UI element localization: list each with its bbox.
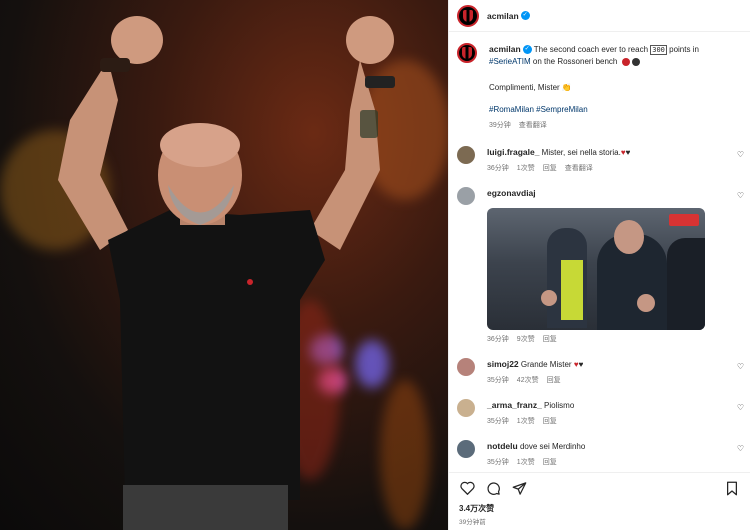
caption-text: Complimenti, Mister: [489, 83, 560, 92]
comment-text: Mister, sei nella storia.: [541, 148, 621, 157]
gif-fist: [637, 294, 655, 312]
gif-vest: [561, 260, 583, 320]
clap-icon: 👏: [561, 83, 572, 92]
comment-username[interactable]: luigi.fragale_: [487, 147, 539, 157]
red-circle-icon: [621, 57, 630, 66]
caption-text: points in: [666, 45, 699, 54]
comment-time: 35分钟: [487, 418, 509, 425]
comment-username[interactable]: simoj22: [487, 359, 519, 369]
like-heart-icon[interactable]: [459, 480, 475, 496]
like-comment-icon[interactable]: ♡: [737, 191, 744, 200]
caption-number: 300: [650, 45, 667, 55]
avatar[interactable]: [457, 399, 475, 417]
coach-figure: [58, 16, 395, 530]
verified-icon: ✓: [520, 11, 530, 20]
comment-item: luigi.fragale_ Mister, sei nella storia.…: [449, 146, 750, 173]
comment-likes[interactable]: 42次赞: [517, 375, 539, 385]
comment-username[interactable]: notdelu: [487, 441, 518, 451]
comment-text: Grande Mister: [520, 360, 572, 369]
comment-item: _arma_franz_ Piolismo 35分钟 1次赞 回复 ♡: [449, 399, 750, 426]
comments-scroll-area[interactable]: acmilan ✓ The second coach ever to reach …: [449, 33, 750, 472]
like-comment-icon[interactable]: ♡: [737, 444, 744, 453]
caption-text: on the Rossoneri bench: [530, 57, 618, 66]
comment-time: 36分钟: [487, 336, 509, 343]
comment-likes[interactable]: 9次赞: [517, 334, 535, 344]
reply-link[interactable]: 回复: [543, 457, 557, 467]
translate-link[interactable]: 查看翻译: [565, 163, 593, 173]
comment-gif[interactable]: [487, 208, 705, 330]
caption-time: 39分钟: [489, 122, 511, 129]
comment-item: notdelu dove sei Merdinho 35分钟 1次赞 回复 ♡: [449, 440, 750, 467]
comment-username[interactable]: _arma_franz_: [487, 400, 542, 410]
translate-link[interactable]: 查看翻译: [519, 120, 547, 130]
comment-likes[interactable]: 1次赞: [517, 457, 535, 467]
bookmark-icon[interactable]: [724, 480, 740, 496]
share-send-icon[interactable]: [511, 480, 527, 496]
comment-text: Piolismo: [544, 401, 575, 410]
header-username[interactable]: acmilan: [487, 11, 519, 21]
black-heart-icon: ♥: [578, 360, 584, 369]
verified-icon: ✓: [522, 45, 532, 55]
post-actions: 3.4万次赞 39分钟前: [449, 472, 750, 530]
broadcaster-logo: [669, 214, 699, 226]
comment-time: 35分钟: [487, 377, 509, 384]
reply-link[interactable]: 回复: [547, 375, 561, 385]
comment-time: 35分钟: [487, 459, 509, 466]
black-circle-icon: [631, 57, 640, 66]
like-comment-icon[interactable]: ♡: [737, 403, 744, 412]
hashtag-link[interactable]: #SerieATIM: [489, 57, 531, 66]
gif-person: [667, 238, 705, 330]
avatar[interactable]: [457, 4, 479, 27]
avatar[interactable]: [457, 43, 477, 63]
reply-link[interactable]: 回复: [543, 334, 557, 344]
comment-item: egzonavdiaj 36分钟 9次赞 回复 ♡: [449, 187, 750, 344]
comment-bubble-icon[interactable]: [485, 480, 501, 496]
comment-item: simoj22 Grande Mister ♥♥ 35分钟 42次赞 回复 ♡: [449, 358, 750, 385]
post-header: acmilan ✓: [449, 0, 750, 32]
comment-username[interactable]: egzonavdiaj: [487, 188, 536, 198]
post-photo[interactable]: [0, 0, 448, 530]
gif-coach-head: [614, 220, 644, 254]
caption-text: The second coach ever to reach: [533, 45, 651, 54]
black-heart-icon: ♥: [625, 148, 631, 157]
post-side-panel: acmilan ✓ acmilan ✓ The second coach ever…: [448, 0, 750, 530]
avatar[interactable]: [457, 187, 475, 205]
avatar[interactable]: [457, 358, 475, 376]
likes-count[interactable]: 3.4万次赞: [459, 503, 740, 514]
comment-likes[interactable]: 1次赞: [517, 163, 535, 173]
hashtag-link[interactable]: #RomaMilan #SempreMilan: [489, 104, 729, 116]
like-comment-icon[interactable]: ♡: [737, 362, 744, 371]
comment-time: 36分钟: [487, 165, 509, 172]
avatar[interactable]: [457, 440, 475, 458]
instagram-post-window: acmilan ✓ acmilan ✓ The second coach ever…: [0, 0, 750, 530]
post-time: 39分钟前: [459, 519, 486, 526]
caption-username[interactable]: acmilan: [489, 44, 521, 54]
caption: acmilan ✓ The second coach ever to reach …: [449, 43, 750, 130]
comment-text: dove sei Merdinho: [519, 442, 586, 451]
reply-link[interactable]: 回复: [543, 163, 557, 173]
gif-fist: [541, 290, 557, 306]
reply-link[interactable]: 回复: [543, 416, 557, 426]
avatar[interactable]: [457, 146, 475, 164]
comment-likes[interactable]: 1次赞: [517, 416, 535, 426]
like-comment-icon[interactable]: ♡: [737, 150, 744, 159]
